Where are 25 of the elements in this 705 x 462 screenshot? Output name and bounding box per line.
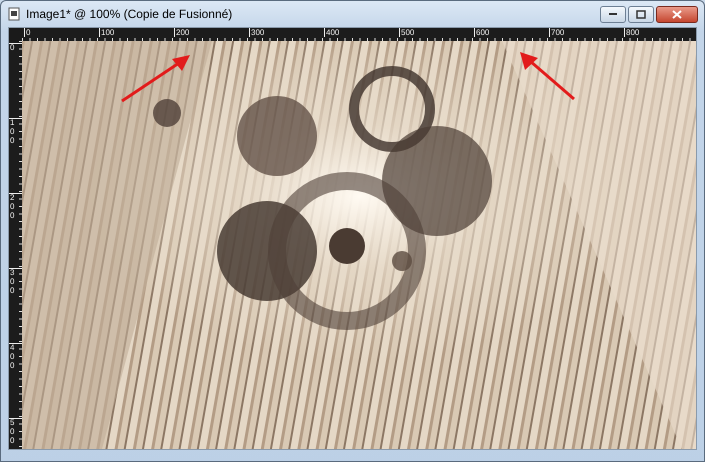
ruler-label: 200 bbox=[10, 194, 16, 220]
maximize-button[interactable] bbox=[628, 6, 654, 22]
image-document-icon bbox=[7, 7, 21, 21]
ruler-label: 800 bbox=[624, 28, 696, 37]
minimize-button[interactable] bbox=[600, 6, 626, 22]
arrow-icon bbox=[121, 55, 190, 102]
ruler-label: 600 bbox=[474, 28, 549, 37]
maximize-icon bbox=[636, 10, 646, 18]
ruler-label: 400 bbox=[324, 28, 399, 37]
ruler-label: 700 bbox=[549, 28, 624, 37]
close-icon bbox=[672, 10, 682, 18]
ruler-label: 0 bbox=[24, 28, 99, 37]
ruler-label: 0 bbox=[10, 44, 16, 53]
ruler-label: 500 bbox=[399, 28, 474, 37]
arrow-icon bbox=[520, 52, 575, 100]
ruler-label: 400 bbox=[10, 344, 16, 370]
ruler-label: 500 bbox=[10, 419, 16, 446]
window-title: Image1* @ 100% (Copie de Fusionné) bbox=[26, 7, 234, 21]
ruler-label: 300 bbox=[10, 269, 16, 296]
ruler-label: 200 bbox=[174, 28, 249, 37]
ruler-label: 300 bbox=[249, 28, 324, 37]
minimize-icon bbox=[608, 12, 618, 16]
ruler-label: 100 bbox=[99, 28, 174, 37]
close-button[interactable] bbox=[656, 6, 698, 22]
ruler-label: 100 bbox=[10, 119, 16, 146]
